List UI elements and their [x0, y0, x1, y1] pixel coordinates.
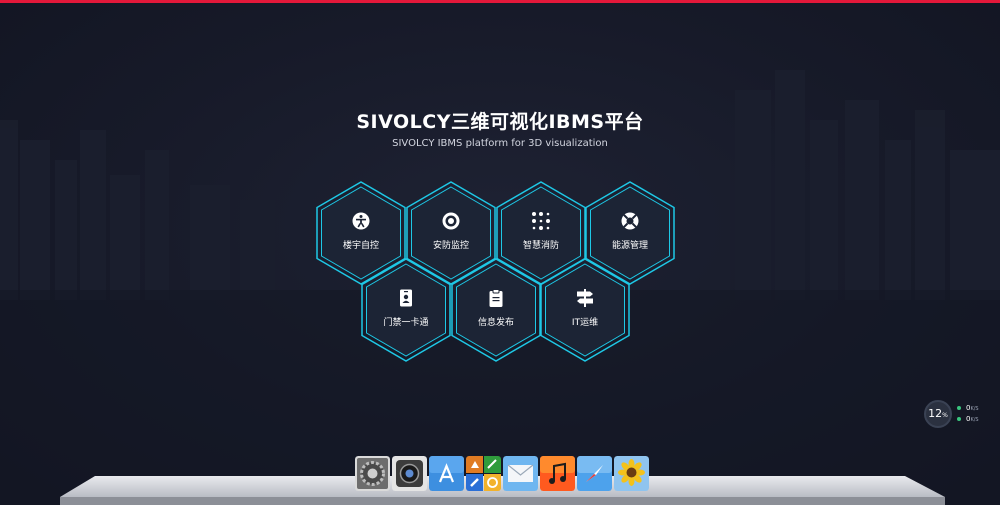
network-speed-widget[interactable]: 12% 0K/S 0K/S [924, 400, 989, 428]
music-icon[interactable] [540, 456, 575, 491]
mail-icon[interactable] [503, 456, 538, 491]
page-subtitle: SIVOLCY IBMS platform for 3D visualizati… [392, 138, 608, 149]
module-label: 安防监控 [432, 241, 469, 251]
accessibility-icon [352, 212, 370, 230]
module-it-operations[interactable]: IT运维 [540, 258, 630, 362]
sunflower-photo-icon[interactable] [614, 456, 649, 491]
page-title: SIVOLCY三维可视化IBMS平台 [356, 111, 644, 133]
signpost-icon [577, 289, 593, 307]
usage-percent-circle: 12% [924, 400, 952, 428]
safari-icon[interactable] [577, 456, 612, 491]
upload-unit: K/S [970, 406, 979, 412]
module-label: 信息发布 [477, 318, 514, 328]
camera-icon[interactable] [392, 456, 427, 491]
module-information-release[interactable]: 信息发布 [451, 258, 541, 362]
launchpad-icon[interactable] [466, 456, 501, 491]
upload-speed: 0K/S [957, 404, 979, 414]
system-preferences-icon[interactable] [355, 456, 390, 491]
module-access-control-card[interactable]: 门禁一卡通 [361, 258, 451, 362]
download-speed: 0K/S [957, 415, 979, 425]
usage-percent-unit: % [942, 412, 948, 419]
upload-dot-icon [957, 406, 961, 410]
app-store-icon[interactable] [429, 456, 464, 491]
target-icon [442, 212, 460, 230]
download-dot-icon [957, 417, 961, 421]
usage-percent: 12 [928, 407, 943, 420]
download-unit: K/S [970, 417, 979, 423]
lifebuoy-icon [621, 212, 639, 230]
module-label: 能源管理 [611, 241, 648, 251]
clipboard-icon [489, 289, 503, 307]
top-accent-bar [0, 0, 1000, 3]
module-label: IT运维 [571, 318, 599, 328]
module-label: 门禁一卡通 [383, 318, 429, 328]
dots-grid-icon [532, 212, 550, 230]
module-label: 楼宇自控 [342, 241, 379, 251]
id-badge-icon [400, 289, 412, 307]
module-label: 智慧消防 [522, 241, 559, 251]
